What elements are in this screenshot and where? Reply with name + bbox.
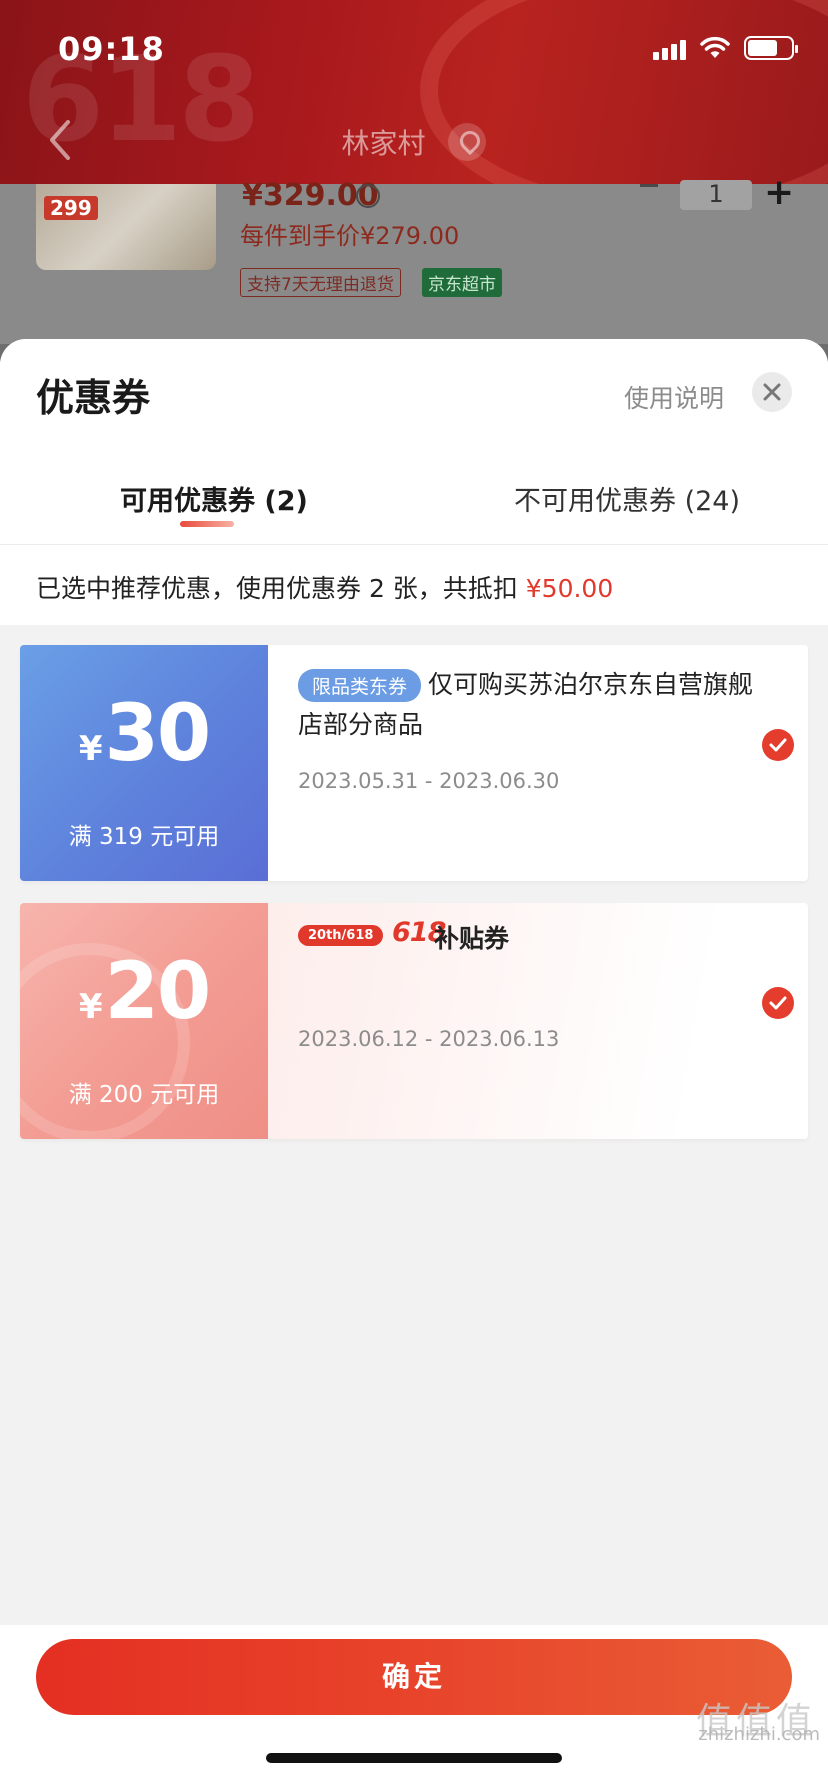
product-image: 299 xyxy=(36,184,216,270)
coupon-scallop-edge xyxy=(20,645,26,881)
coupon-date-range: 2023.06.12 - 2023.06.13 xyxy=(298,1027,560,1051)
close-icon xyxy=(763,383,781,401)
product-image-price: 299 xyxy=(44,196,98,220)
coupon-value: 30 xyxy=(104,689,212,779)
tab-unavailable-coupons[interactable]: 不可用优惠券 (24) xyxy=(514,479,740,518)
coupon-title: 补贴券 xyxy=(434,924,510,953)
coupon-value-panel: ¥30 满 319 元可用 xyxy=(20,645,268,881)
location-pin-icon[interactable] xyxy=(448,123,487,161)
selected-check-icon[interactable] xyxy=(762,987,794,1019)
home-indicator xyxy=(266,1753,562,1763)
quantity-minus-icon[interactable] xyxy=(640,184,658,187)
status-time: 09:18 xyxy=(58,30,165,68)
coupon-scallop-edge xyxy=(20,903,26,1139)
product-row: 299 ¥329.00 每件到手价¥279.00 支持7天无理由退货 京东超市 … xyxy=(0,172,828,344)
status-icons xyxy=(653,36,798,60)
info-icon[interactable] xyxy=(356,184,380,208)
coupon-date-range: 2023.05.31 - 2023.06.30 xyxy=(298,769,560,793)
coupon-value: 20 xyxy=(104,947,212,1037)
page-header: 618 09:18 林家村 xyxy=(0,0,828,184)
selected-check-icon[interactable] xyxy=(762,729,794,761)
summary-text: 已选中推荐优惠，使用优惠券 2 张，共抵扣 xyxy=(36,574,518,603)
coupon-sheet: 优惠券 使用说明 可用优惠券 (2) 不可用优惠券 (24) 已选中推荐优惠，使… xyxy=(0,339,828,1792)
location-name: 林家村 xyxy=(341,127,426,160)
sheet-title: 优惠券 xyxy=(36,376,151,420)
battery-icon xyxy=(744,36,798,60)
coupon-category-badge: 限品类东券 xyxy=(298,669,422,702)
confirm-button[interactable]: 确定 xyxy=(36,1639,792,1715)
coupon-card[interactable]: ¥30 满 319 元可用 仅可购买苏泊尔京东自营旗舰店部分商品 限品类东券 2… xyxy=(20,645,808,881)
wifi-icon xyxy=(700,36,730,58)
close-button[interactable] xyxy=(752,372,792,412)
product-unit-price: 每件到手价¥279.00 xyxy=(240,222,460,250)
tab-available-coupons[interactable]: 可用优惠券 (2) xyxy=(120,479,308,518)
cellular-signal-icon xyxy=(653,36,686,60)
quantity-input[interactable]: 1 xyxy=(680,180,752,210)
sheet-header: 优惠券 使用说明 可用优惠券 (2) 不可用优惠券 (24) 已选中推荐优惠，使… xyxy=(0,339,828,625)
anniversary-badge: 20th/618 xyxy=(298,925,384,946)
coupon-currency: ¥ xyxy=(78,987,103,1027)
coupon-condition: 满 200 元可用 xyxy=(68,1082,220,1108)
coupon-amount: ¥20 xyxy=(20,947,268,1037)
location-title[interactable]: 林家村 xyxy=(0,122,828,162)
return-policy-tag: 支持7天无理由退货 xyxy=(240,268,401,297)
summary-amount: ¥50.00 xyxy=(525,574,614,603)
watermark-text: zhizhizhi.com xyxy=(698,1724,820,1745)
coupon-amount: ¥30 xyxy=(20,689,268,779)
coupon-condition: 满 319 元可用 xyxy=(68,824,220,850)
coupon-currency: ¥ xyxy=(78,729,103,769)
coupon-value-panel: ¥20 满 200 元可用 xyxy=(20,903,268,1139)
store-tag: 京东超市 xyxy=(422,268,502,297)
quantity-plus-icon[interactable]: + xyxy=(764,172,794,213)
selection-summary: 已选中推荐优惠，使用优惠券 2 张，共抵扣 ¥50.00 xyxy=(36,569,613,605)
active-tab-indicator xyxy=(180,521,234,527)
usage-instructions-link[interactable]: 使用说明 xyxy=(624,379,724,415)
divider xyxy=(0,544,828,545)
coupon-card[interactable]: ¥20 满 200 元可用 20th/618 618 补贴券 2023.06.1… xyxy=(20,903,808,1139)
